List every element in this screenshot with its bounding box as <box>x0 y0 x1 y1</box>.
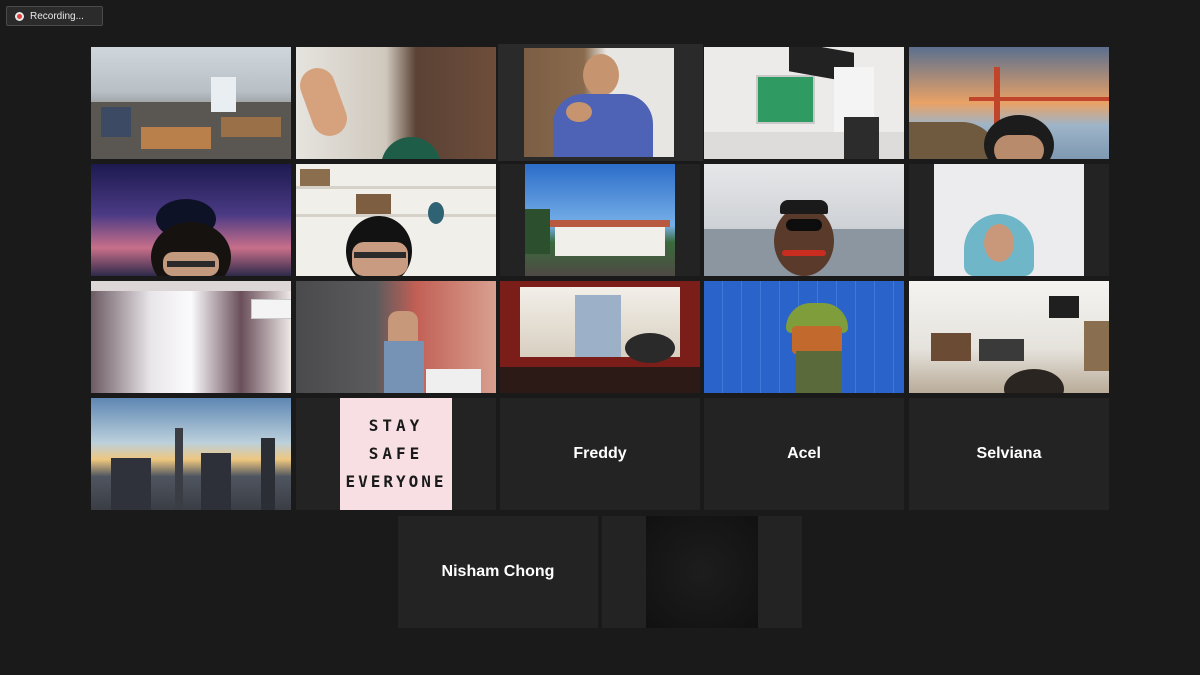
galaxy-background <box>91 164 291 276</box>
participant-tile-acel[interactable]: Acel <box>704 398 904 510</box>
recording-label: Recording... <box>30 10 84 22</box>
video-tile-blueprint[interactable] <box>704 281 904 393</box>
participant-tile-nisham-chong[interactable]: Nisham Chong <box>398 516 598 628</box>
video-tile-golden-gate[interactable] <box>909 47 1109 159</box>
dark-video <box>646 516 758 628</box>
speaker-video <box>498 44 703 161</box>
bedroom-background <box>296 281 496 393</box>
stay-safe-card: STAY SAFE EVERYONE <box>340 398 452 510</box>
video-tile-blurred-room[interactable] <box>296 47 496 159</box>
video-tile-curtains-reading[interactable] <box>296 281 496 393</box>
video-tile-theater[interactable] <box>500 281 700 393</box>
stay-safe-line-3: EVERYONE <box>345 472 447 491</box>
bookshelf-background <box>296 164 496 276</box>
open-office-background <box>704 164 904 276</box>
video-tile-living-room[interactable] <box>909 281 1109 393</box>
participant-tile-selviana[interactable]: Selviana <box>909 398 1109 510</box>
record-icon <box>15 11 24 21</box>
participant-tile-freddy[interactable]: Freddy <box>500 398 700 510</box>
video-tile-monkey[interactable] <box>704 164 904 276</box>
video-tile-stay-safe[interactable]: STAY SAFE EVERYONE <box>296 398 496 510</box>
participant-name: Acel <box>787 445 821 462</box>
plain-wall-background <box>909 164 1109 276</box>
video-tile-villa[interactable] <box>500 164 700 276</box>
video-tile-office[interactable] <box>91 47 291 159</box>
stay-safe-line-1: STAY <box>368 416 424 435</box>
classroom-background <box>704 47 904 159</box>
video-tile-skyline[interactable] <box>91 398 291 510</box>
video-tile-dark[interactable] <box>602 516 802 628</box>
meeting-gallery-view: Recording... STAY SAFE EVERYONE Freddy A… <box>0 0 1200 675</box>
participant-name: Freddy <box>573 445 627 462</box>
video-tile-curtains[interactable] <box>91 281 291 393</box>
blueprint-background <box>704 281 904 393</box>
skyline-background <box>91 398 291 510</box>
video-tile-classroom[interactable] <box>704 47 904 159</box>
video-tile-galaxy[interactable] <box>91 164 291 276</box>
recording-indicator[interactable]: Recording... <box>6 6 103 26</box>
stay-safe-line-2: SAFE <box>368 444 424 463</box>
video-tile-bookshelf[interactable] <box>296 164 496 276</box>
curtain-room-background <box>91 281 291 393</box>
office-background <box>91 47 291 159</box>
video-tile-hijab[interactable] <box>909 164 1109 276</box>
living-room-background <box>909 281 1109 393</box>
participant-name: Nisham Chong <box>441 563 555 580</box>
participant-name: Selviana <box>976 445 1042 462</box>
villa-background <box>500 164 700 276</box>
blurred-background <box>296 47 496 159</box>
theater-background <box>500 281 700 393</box>
video-tile-active-speaker[interactable] <box>498 44 703 161</box>
bridge-background <box>909 47 1109 159</box>
